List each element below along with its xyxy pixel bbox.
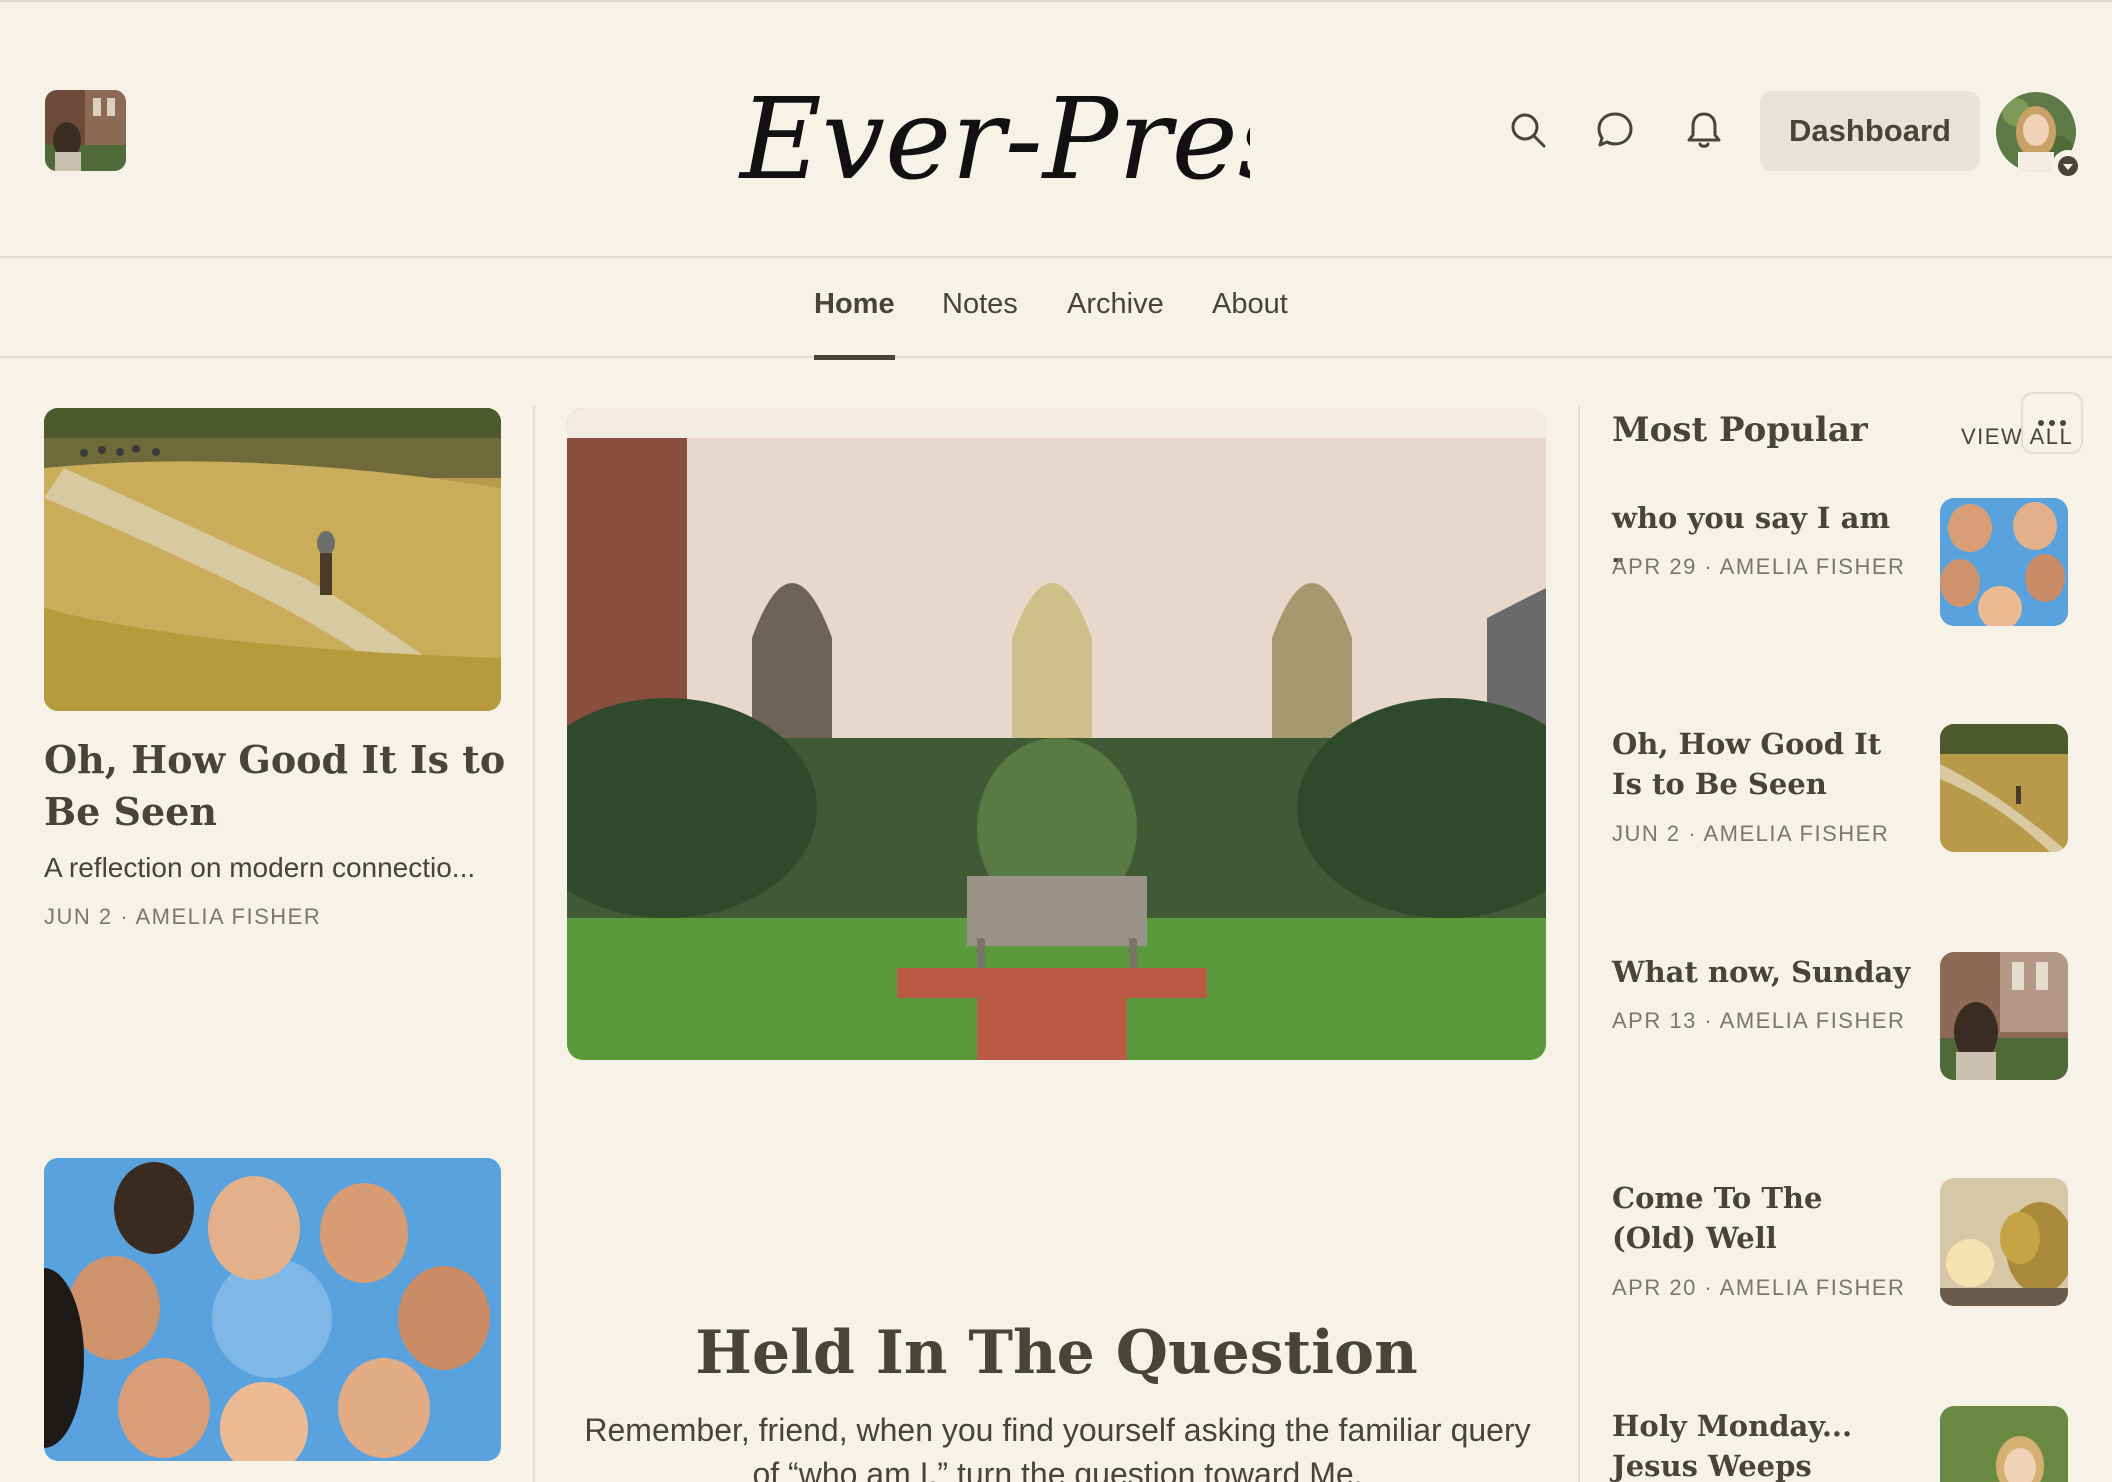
popular-post-thumbnail[interactable] [1940,498,2068,626]
chat-bubble-icon[interactable] [1593,108,1637,152]
popular-post-thumbnail[interactable] [1940,724,2068,852]
post-meta: JUN 2 · AMELIA FISHER [44,904,322,929]
popular-post-title[interactable]: Come To The (Old) Well [1612,1178,1912,1258]
chevron-down-icon[interactable] [2052,150,2084,182]
bell-icon[interactable] [1682,108,1726,152]
featured-post-subtitle: Remember, friend, when you find yourself… [584,1412,1531,1482]
popular-post-thumbnail[interactable] [1940,1406,2068,1482]
search-icon[interactable] [1506,108,1550,152]
nav-item-label: About [1212,288,1288,320]
nav-item-label: Archive [1067,288,1164,320]
nav-item-about[interactable]: About [1212,288,1288,358]
nav-item-label: Home [814,288,895,320]
popular-post-meta: APR 20 · AMELIA FISHER [1612,1275,1906,1300]
popular-post-meta: APR 29 · AMELIA FISHER [1612,554,1906,579]
nav-active-underline [814,355,895,360]
popular-post-title[interactable]: What now, Sunday [1612,952,1912,992]
post-image-friends-circle[interactable] [44,1158,501,1461]
featured-post-image[interactable] [567,408,1546,1060]
main-nav: Home Notes Archive About [0,258,2112,360]
popular-post-title[interactable]: Oh, How Good It Is to Be Seen [1612,724,1912,804]
dashboard-button[interactable]: Dashboard [1760,91,1980,171]
featured-post-title[interactable]: Held In The Question [567,1318,1546,1388]
popular-post-meta: JUN 2 · AMELIA FISHER [1612,821,1890,846]
popular-post-thumbnail[interactable] [1940,952,2068,1080]
post-image-meadow[interactable] [44,408,501,711]
nav-item-label: Notes [942,288,1018,320]
popular-post-meta: APR 13 · AMELIA FISHER [1612,1008,1906,1033]
nav-item-archive[interactable]: Archive [1067,288,1164,358]
svg-text:Ever-Present: Ever-Present [738,75,1250,205]
ellipsis-icon [2038,420,2066,426]
site-header: Ever-Present Dashboard [0,2,2112,258]
most-popular-heading: Most Popular [1612,410,1868,450]
user-avatar-menu[interactable] [1996,92,2084,182]
nav-item-notes[interactable]: Notes [942,288,1018,358]
column-divider [533,406,535,1482]
more-options-button[interactable] [2021,392,2083,454]
popular-post-thumbnail[interactable] [1940,1178,2068,1306]
popular-post-title[interactable]: Holy Monday... Jesus Weeps [1612,1406,1912,1482]
nav-item-home[interactable]: Home [814,288,895,360]
post-subtitle: A reflection on modern connectio... [44,852,476,883]
publication-thumbnail[interactable] [45,90,126,171]
column-divider [1578,406,1580,1482]
site-logo[interactable]: Ever-Present [730,50,1250,220]
post-title[interactable]: Oh, How Good It Is to Be Seen [44,734,514,838]
